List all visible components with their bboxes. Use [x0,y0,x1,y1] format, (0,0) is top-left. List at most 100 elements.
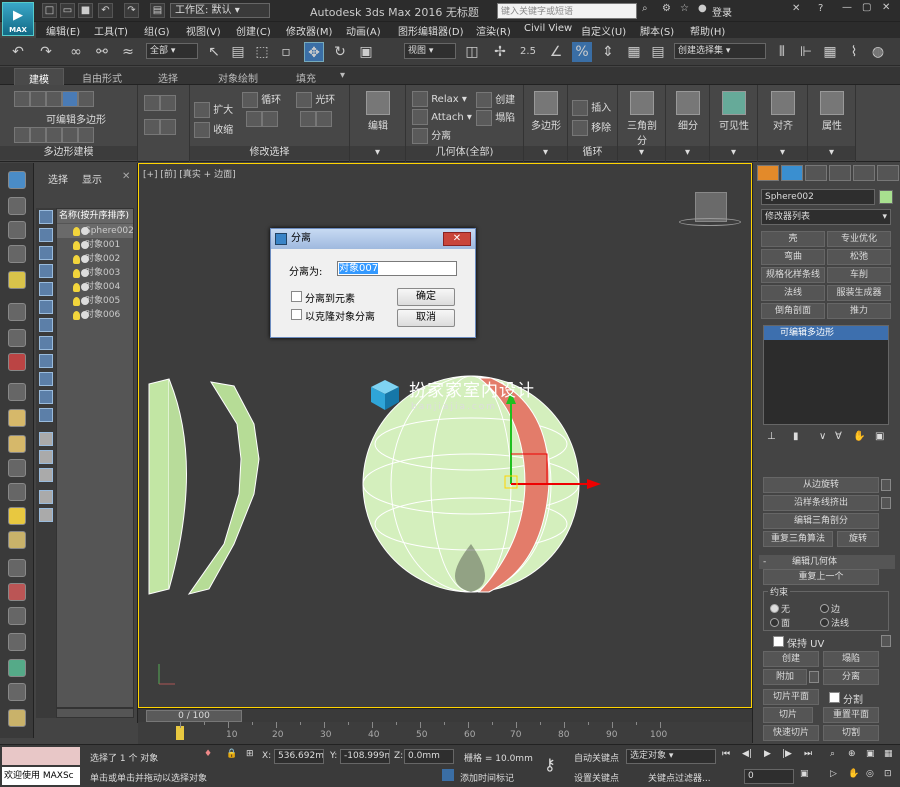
cylinder-icon[interactable] [8,435,26,453]
attach-settings-icon[interactable] [809,671,819,683]
camera-icon[interactable] [8,329,26,347]
loop-grow-icon[interactable] [246,111,262,127]
list-item[interactable]: 对象004 [57,280,133,294]
goto-end-icon[interactable]: ⏭ [804,749,812,759]
redo-icon[interactable]: ↷ [36,42,56,62]
create-button[interactable]: 创建 [476,91,515,108]
time-slider-thumb[interactable]: 0 / 100 [146,710,242,722]
plant-icon[interactable] [8,659,26,677]
ribbon-options-icon[interactable]: ▾ [340,70,345,81]
user-icon[interactable]: ● [698,3,707,14]
modifier-push-button[interactable]: 推力 [827,303,891,319]
constraint-none-radio[interactable]: 无 [770,602,790,615]
collapse-button[interactable]: 塌陷 [823,651,879,667]
preview-sub-icon[interactable] [160,95,176,111]
element-icon[interactable] [78,91,94,107]
display-spacewarps-icon[interactable] [39,336,53,350]
edit-group-arrow[interactable]: ▾ [350,146,405,160]
display-all-icon[interactable] [39,228,53,242]
ring-grow-icon[interactable] [300,111,316,127]
modify-selection-group-label[interactable]: 修改选择 [190,146,349,160]
globe-icon[interactable] [8,633,26,651]
shell-piece-left-curve[interactable] [168,378,187,590]
visibility-icon[interactable] [81,297,89,305]
cut-button[interactable]: 切割 [823,725,879,741]
visibility-icon[interactable] [81,283,89,291]
curve-editor-icon[interactable]: ⌇ [844,42,864,62]
dialog-close-button[interactable]: ✕ [443,232,471,246]
pin-stack-icon[interactable]: ⊥ [767,431,776,442]
rect-select-icon[interactable]: ⬚ [252,42,272,62]
gizmo-x-arrow[interactable] [587,479,601,489]
pivot-icon[interactable]: ◫ [462,42,482,62]
vertex-icon[interactable] [14,91,30,107]
insert-loop-button[interactable]: 插入 [572,99,611,116]
display-helpers-icon[interactable] [39,318,53,332]
edit-named-sel-icon[interactable]: ▤ [648,42,668,62]
mirror-icon[interactable]: ⫴ [772,42,792,62]
menu-views[interactable]: 视图(V) [186,23,221,38]
set-key-button[interactable]: 设置关键点 [574,771,619,784]
collapse-button[interactable]: 塌陷 [476,109,515,126]
list-item[interactable]: 对象003 [57,266,133,280]
tab-populate[interactable]: 填充 [296,70,316,85]
modifier-lathe-button[interactable]: 车削 [827,267,891,283]
hierarchy-icon[interactable] [39,450,53,464]
time-config-icon[interactable]: ▣ [800,769,809,779]
help-icon[interactable]: ? [818,3,823,14]
split-checkbox[interactable]: 分割 [829,691,863,706]
modify-panel-tab[interactable] [781,165,803,181]
zoom-icon[interactable]: ⌕ [830,749,835,759]
select-manipulate-icon[interactable]: ✢ [490,42,510,62]
geosphere-icon[interactable] [8,531,26,549]
properties-button[interactable]: 属性 [814,87,850,143]
polygons-group-arrow[interactable]: ▾ [524,146,567,160]
rotate-icon[interactable]: ↻ [330,42,350,62]
constraint-normal-radio[interactable]: 法线 [820,616,849,629]
window-crossing-icon[interactable]: ▫ [276,42,296,62]
pan-icon[interactable]: ✋ [848,769,859,779]
calculator-icon[interactable] [8,221,26,239]
geometry-group-label[interactable]: 几何体(全部) [406,146,523,160]
preview-off-icon[interactable] [144,95,160,111]
snaps-toggle-icon[interactable]: 2.5 [518,42,538,62]
sort-icon[interactable] [39,468,53,482]
show-end-result-icon[interactable]: ▮ [793,431,799,442]
constraint-edge-radio[interactable]: 边 [820,602,840,615]
app-logo[interactable]: ▶ MAX [2,2,34,36]
display-lights-icon[interactable] [39,282,53,296]
help-search-input[interactable]: 键入关键字或短语 [497,3,637,19]
make-unique-icon[interactable]: ∨ [819,431,826,442]
motion-panel-tab[interactable] [829,165,851,181]
light-bulb-icon[interactable] [73,269,80,278]
percent-snap-icon[interactable]: % [572,42,592,62]
menu-help[interactable]: 帮助(H) [690,23,725,38]
subdivide-button[interactable]: 细分 [670,87,706,143]
tab-selection[interactable]: 选择 [158,70,178,85]
spinner-snap-icon[interactable]: ⇕ [598,42,618,62]
detach-button[interactable]: 分离 [823,669,879,685]
modifier-list-dropdown[interactable]: 修改器列表 ▾ [761,209,891,225]
stack-previous-icon[interactable] [14,127,30,143]
key-filters-button[interactable]: 关键点过滤器... [648,771,711,784]
workspace-dropdown[interactable]: 工作区: 默认 ▾ [170,3,270,18]
border-icon[interactable] [46,91,62,107]
community-icon[interactable]: ⚙ [662,3,671,14]
molecule-icon[interactable] [8,583,26,601]
find-icon[interactable] [39,508,53,522]
ring-button[interactable]: 光环 [296,91,335,108]
layer-manager-icon[interactable]: ▦ [820,42,840,62]
create-button[interactable]: 创建 [763,651,819,667]
detach-as-clone-checkbox[interactable]: 以克隆对象分离 [291,308,375,323]
project-icon[interactable]: ▤ [150,3,165,18]
torus-icon[interactable] [8,459,26,477]
slice-button[interactable]: 切片 [763,707,813,723]
visibility-button[interactable]: 可见性 [716,87,752,143]
retriangulate-button[interactable]: 重复三角算法 [763,531,833,547]
film-icon[interactable] [8,353,26,371]
time-slider[interactable]: 0 / 100 [138,708,752,722]
list-item[interactable]: 对象006 [57,308,133,322]
filter-icon[interactable] [39,490,53,504]
visibility-icon[interactable] [81,241,89,249]
object-color-swatch[interactable] [879,190,893,204]
